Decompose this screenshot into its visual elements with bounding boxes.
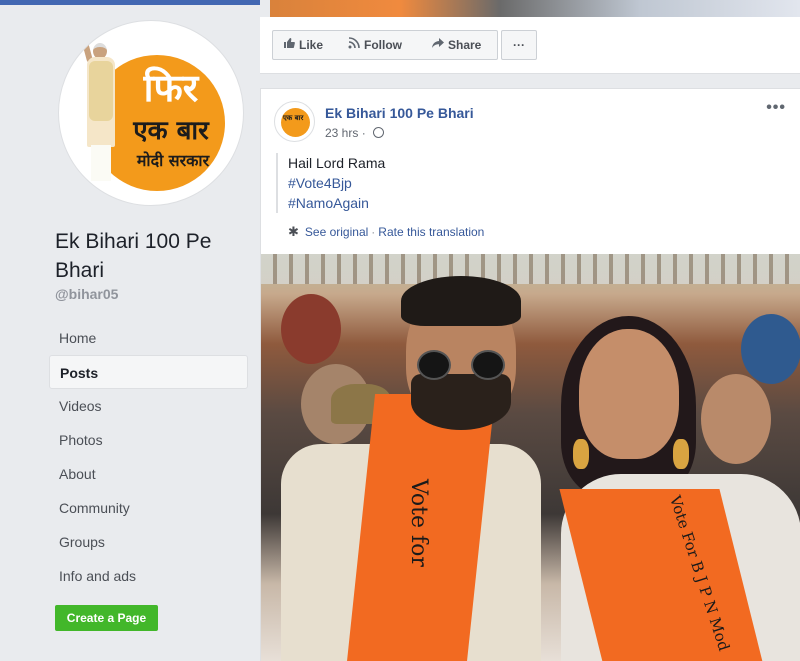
create-page-button[interactable]: Create a Page — [55, 605, 158, 631]
woman-face — [579, 329, 679, 459]
post-text-line: Hail Lord Rama — [288, 155, 386, 171]
background-market-roof — [261, 254, 800, 284]
post-author-avatar[interactable]: एक बार — [274, 101, 315, 142]
post-time[interactable]: 23 hrs — [325, 126, 358, 140]
like-button[interactable]: Like — [272, 30, 339, 60]
follow-button[interactable]: Follow — [338, 30, 423, 60]
left-sidebar: फिर एक बार मोदी सरकार Ek Bihari 100 Pe B… — [0, 5, 258, 661]
rss-follow-icon — [348, 31, 360, 59]
logo-text-line2: एक बार — [133, 116, 209, 146]
post-card: एक बार Ek Bihari 100 Pe Bhari 23 hrs · •… — [260, 88, 800, 661]
earring-right — [673, 439, 689, 469]
hashtag-link[interactable]: #NamoAgain — [288, 193, 776, 213]
sidebar-item-info-and-ads[interactable]: Info and ads — [49, 559, 248, 593]
post-options-button[interactable]: ••• — [766, 99, 786, 117]
avatar-logo-text: एक बार — [283, 114, 304, 122]
scarf-text-left: Vote for — [406, 479, 431, 567]
logo-text-line3: मोदी सरकार — [136, 151, 210, 170]
sidebar-item-home[interactable]: Home — [49, 321, 248, 355]
sidebar-item-photos[interactable]: Photos — [49, 423, 248, 457]
post-author-name[interactable]: Ek Bihari 100 Pe Bhari — [325, 105, 474, 121]
like-label: Like — [299, 38, 324, 52]
sidebar-nav: Home Posts Videos Photos About Community… — [49, 321, 248, 593]
rate-translation-link[interactable]: Rate this translation — [378, 225, 484, 239]
page-title[interactable]: Ek Bihari 100 Pe Bhari — [55, 227, 245, 285]
man-hair — [401, 276, 521, 326]
sunglasses-left — [417, 350, 451, 380]
translation-bar: ✱ See original · Rate this translation — [288, 224, 485, 239]
follow-label: Follow — [364, 38, 402, 52]
post-timestamp[interactable]: 23 hrs · — [325, 126, 385, 140]
crowd-person — [741, 314, 800, 384]
share-label: Share — [448, 38, 482, 52]
post-message: Hail Lord Rama #Vote4Bjp #NamoAgain — [276, 153, 776, 213]
earring-left — [573, 439, 589, 469]
page-handle[interactable]: @bihar05 — [55, 286, 118, 302]
sidebar-item-about[interactable]: About — [49, 457, 248, 491]
see-original-link[interactable]: See original — [305, 225, 368, 239]
previous-post-image[interactable] — [260, 0, 800, 17]
post-photo[interactable]: Vote for Vote For B J P N Mod — [261, 254, 800, 661]
more-dots-icon[interactable]: ··· — [501, 30, 537, 60]
gear-icon[interactable]: ✱ — [288, 224, 299, 239]
page-action-bar: Like Follow Share ··· — [260, 17, 800, 74]
globe-icon — [373, 127, 385, 138]
hashtag-link[interactable]: #Vote4Bjp — [288, 173, 776, 193]
man-beard — [411, 374, 511, 430]
crowd-person — [701, 374, 771, 464]
sunglasses-right — [471, 350, 505, 380]
sidebar-item-posts[interactable]: Posts — [49, 355, 248, 389]
crowd-person — [281, 294, 341, 364]
sidebar-item-videos[interactable]: Videos — [49, 389, 248, 423]
page-profile-picture[interactable]: फिर एक बार मोदी सरकार — [58, 20, 244, 206]
share-button[interactable]: Share — [422, 30, 498, 60]
logo-text-line1: फिर — [143, 66, 199, 110]
share-arrow-icon — [432, 31, 444, 59]
sidebar-item-groups[interactable]: Groups — [49, 525, 248, 559]
thumbs-up-icon — [283, 31, 295, 59]
sidebar-item-community[interactable]: Community — [49, 491, 248, 525]
